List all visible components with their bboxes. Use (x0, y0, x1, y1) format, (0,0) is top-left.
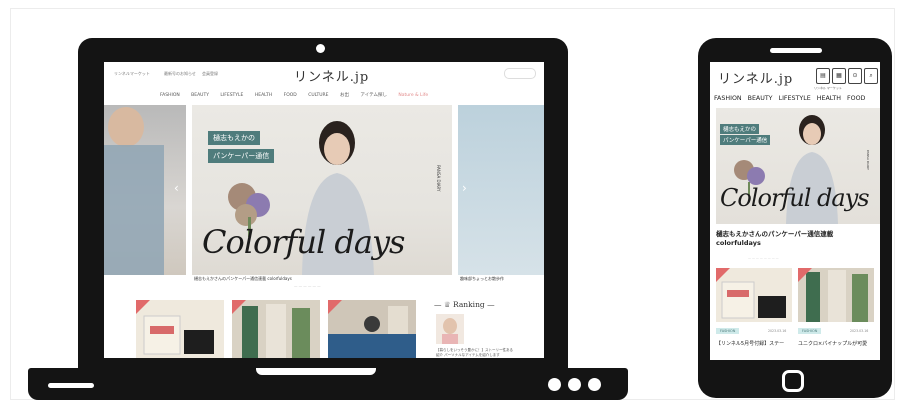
hero-tag-line2: パンケーパー通信 (208, 149, 275, 163)
hero-caption-next[interactable]: 趣味部ちょっとお散歩作 (460, 276, 504, 282)
laptop-dot-3 (588, 378, 601, 391)
laptop-hinge-notch (256, 368, 376, 375)
new-ribbon (328, 300, 342, 314)
mobile-article-title[interactable]: 樋志もえかさんのパンケーパー通信連載 colorfuldays (716, 230, 876, 248)
laptop-slot (48, 383, 94, 388)
search-icon[interactable]: ⌕ (864, 68, 878, 84)
nav-item-items[interactable]: アイテム探し (360, 93, 387, 98)
search-input[interactable] (504, 68, 536, 79)
mobile-article-title-line1: 樋志もえかさんのパンケーパー通信連載 (716, 230, 834, 238)
mobile-card-2-category[interactable]: FASHION (798, 328, 822, 334)
mobile-card-1-date: 2023.03.16 (768, 329, 787, 333)
article-thumb-outfit[interactable] (232, 300, 320, 358)
main-nav: FASHION BEAUTY LIFESTYLE HEALTH FOOD CUL… (160, 92, 438, 98)
nav-item-health[interactable]: HEALTH (255, 93, 272, 98)
nav-item-lifestyle[interactable]: LIFESTYLE (220, 93, 243, 98)
utility-link-market[interactable]: リンネルマーケット (114, 71, 150, 77)
mobile-slide-indicator[interactable]: — — — — — — — — (748, 256, 779, 260)
site-logo[interactable]: リンネル.jp (294, 66, 369, 85)
mobile-card-2-title[interactable]: ユニクロ×パイナップルが可愛 (798, 340, 867, 347)
chevron-left-icon[interactable]: ‹ (174, 181, 179, 195)
mobile-nav: FASHION BEAUTY LIFESTYLE HEALTH FOOD (714, 95, 869, 102)
new-ribbon (232, 300, 246, 314)
laptop-camera (316, 44, 325, 53)
mobile-nav-beauty[interactable]: BEAUTY (748, 95, 773, 102)
phone-device: リンネル.jp ▤ ▦ ⊙ ⌕ リンネル マーケット FASHION BEAUT… (698, 38, 892, 398)
mobile-hero[interactable]: 樋志もえかの パンケーパー通信 Colorful days PANSA DIAR… (716, 108, 880, 224)
laptop-lid: リンネルマーケット 最新号のお知らせ 会員登録 リンネル.jp FASHION … (78, 38, 568, 368)
chevron-right-icon[interactable]: › (462, 181, 467, 195)
hero-caption[interactable]: 樋志もえかさんのパンケーパー通信連載 colorfuldays (194, 276, 292, 282)
mobile-card-1-category[interactable]: FASHION (716, 328, 740, 334)
ranking-heading: — ♕ Ranking — (434, 300, 495, 309)
ranking-item-text[interactable]: 【暮らしをいっそう豊かに！】ストーリー性ある紹介 パーソナルなアイテムを紹介しま… (436, 348, 516, 358)
mobile-card-thumb-2[interactable] (798, 268, 874, 322)
laptop-base (28, 368, 628, 400)
mobile-card-thumb-1[interactable] (716, 268, 792, 322)
mobile-hero-tag-line1: 樋志もえかの (720, 124, 760, 134)
site-header: リンネルマーケット 最新号のお知らせ 会員登録 リンネル.jp FASHION … (104, 62, 544, 100)
mobile-nav-food[interactable]: FOOD (847, 95, 865, 102)
phone-speaker (770, 48, 822, 53)
mobile-nav-lifestyle[interactable]: LIFESTYLE (779, 95, 811, 102)
hero-script-title: Colorful days (202, 223, 405, 261)
laptop-screen: リンネルマーケット 最新号のお知らせ 会員登録 リンネル.jp FASHION … (104, 62, 544, 358)
mobile-card-2-date: 2023.03.16 (850, 329, 869, 333)
ranking-photo (442, 318, 458, 344)
article-thumb-tote[interactable] (136, 300, 224, 358)
mobile-nav-fashion[interactable]: FASHION (714, 95, 742, 102)
hero-slide-main[interactable]: 樋志もえかの パンケーパー通信 Colorful days PANSA DIAR… (192, 105, 452, 275)
mobile-hero-vertical-label: PANSA DIARY (866, 150, 870, 170)
mobile-hero-script-title: Colorful days (720, 184, 870, 212)
hero-slide-prev[interactable]: ‹ (104, 105, 186, 275)
laptop-dot-1 (548, 378, 561, 391)
mobile-nav-health[interactable]: HEALTH (817, 95, 841, 102)
phone-screen: リンネル.jp ▤ ▦ ⊙ ⌕ リンネル マーケット FASHION BEAUT… (710, 62, 880, 360)
nav-item-beauty[interactable]: BEAUTY (191, 93, 209, 98)
new-ribbon (136, 300, 150, 314)
hero-slide-next[interactable]: › (458, 105, 544, 275)
hero-tag-line1: 樋志もえかの (208, 131, 260, 145)
hero-vertical-label: PANSA DIARY (436, 165, 441, 192)
slide-indicator[interactable]: — — — — — — (294, 284, 321, 288)
magazine-icon[interactable]: ▦ (832, 68, 846, 84)
laptop-dot-2 (568, 378, 581, 391)
home-button[interactable] (782, 370, 804, 392)
nav-item-outing[interactable]: お出 (340, 93, 349, 98)
market-icon[interactable]: ▤ (816, 68, 830, 84)
lock-icon[interactable]: ⊙ (848, 68, 862, 84)
new-ribbon (798, 268, 812, 282)
mobile-site-logo[interactable]: リンネル.jp (718, 68, 793, 87)
mobile-article-title-line2: colorfuldays (716, 239, 761, 247)
article-thumb-room[interactable] (328, 300, 416, 358)
mobile-card-1-title[interactable]: 【リンネル5月号付録】ステー (716, 340, 784, 347)
crown-icon: ♕ (443, 300, 451, 309)
nav-item-nature-life[interactable]: Nature & Life (398, 93, 428, 98)
mobile-hero-tag-line2: パンケーパー通信 (720, 135, 771, 145)
utility-link-latest-issue[interactable]: 最新号のお知らせ (164, 71, 196, 77)
ranking-title: Ranking (453, 300, 485, 309)
nav-item-food[interactable]: FOOD (284, 93, 297, 98)
ranking-item-thumb[interactable] (436, 314, 464, 344)
new-ribbon (716, 268, 730, 282)
market-icon-label: リンネル マーケット (814, 86, 842, 90)
utility-link-register[interactable]: 会員登録 (202, 71, 218, 77)
nav-item-fashion[interactable]: FASHION (160, 93, 180, 98)
nav-item-culture[interactable]: CULTURE (308, 93, 328, 98)
